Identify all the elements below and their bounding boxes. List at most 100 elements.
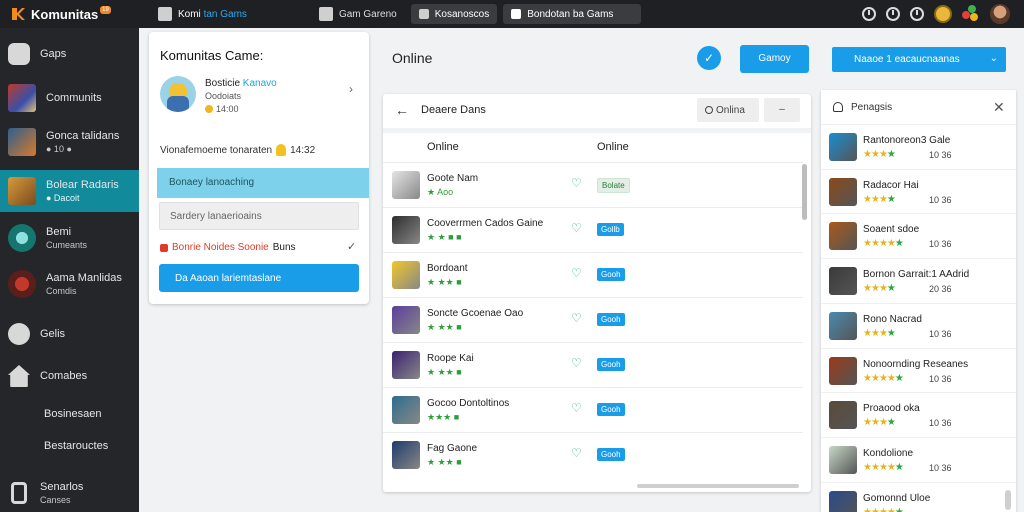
brand[interactable]: Komunitas 19 (0, 6, 150, 22)
nav-item-bosinesaen[interactable]: Bosinesaen (0, 406, 139, 422)
nav-item-gaps[interactable]: Gaps (0, 40, 139, 68)
vertical-scrollbar[interactable] (1005, 490, 1011, 510)
vertical-scrollbar[interactable] (802, 164, 807, 220)
table-row[interactable]: Gocoo Dontoltinos ★★★ ■ ♡ Gooh (383, 387, 803, 432)
heart-icon[interactable]: ♡ (571, 176, 582, 190)
panel-primary-button[interactable]: Da Aaoan lariemtaslane (159, 264, 359, 292)
game-meta: ★ ★★ ■ (427, 322, 462, 332)
list-search-button[interactable]: Onlina (697, 98, 759, 122)
right-panel: Penagsis ✕ Rantonoreon3 Gale ★★★★ 10 36 Rad… (821, 90, 1016, 512)
profile-avatar[interactable] (160, 76, 196, 112)
nav-item-bestarouctes[interactable]: Bestarouctes (0, 438, 139, 454)
game-icon (158, 7, 172, 21)
table-row[interactable]: Roope Kai ★ ★★ ■ ♡ Gooh (383, 342, 803, 387)
heart-icon[interactable]: ♡ (571, 221, 582, 235)
table-row[interactable]: Fag Gaone ★ ★★ ■ ♡ Gooh (383, 432, 803, 477)
status-badge: Bolate (597, 178, 630, 193)
back-arrow-icon[interactable]: ← (395, 102, 409, 118)
game-name: Bornon Garrait:1 AAdrid (863, 269, 970, 281)
heart-icon[interactable]: ♡ (571, 401, 582, 415)
table-row[interactable]: Soncte Gcoenae Oao ★ ★★ ■ ♡ Gooh (383, 297, 803, 342)
home-icon (8, 365, 30, 387)
game-name: Soaent sdoe (863, 224, 920, 236)
nav-label: Gonca talidans (46, 130, 120, 142)
game-button[interactable]: Gamoy (740, 45, 809, 73)
horizontal-scrollbar[interactable] (637, 484, 799, 488)
game-thumbnail (392, 396, 420, 424)
list-more-button[interactable]: – (764, 98, 800, 122)
nav-sub: ● 10 ● (46, 144, 72, 154)
game-thumbnail (392, 441, 420, 469)
user-avatar[interactable] (990, 4, 1010, 24)
gamepad-icon (8, 43, 30, 65)
rating-stars: ★★★★★ (863, 461, 904, 473)
brand-name: Komunitas (31, 6, 99, 22)
profile-subtitle: Oodoiats (205, 91, 242, 101)
rating-stars: ★★★★ (863, 283, 896, 295)
nav-item-gelis[interactable]: Gelis (0, 322, 139, 346)
top-tab-label: Komi tan Gams (178, 8, 247, 20)
list-item[interactable]: Proaood oka ★★★★ 10 36 (821, 392, 1016, 436)
phone-icon (11, 482, 27, 504)
gems-icon[interactable] (962, 5, 980, 23)
nav-item-comabes[interactable]: Comabes (0, 364, 139, 388)
list-item[interactable]: Kondolione ★★★★★ 10 36 (821, 436, 1016, 481)
nav-item-bolear[interactable]: Bolear Radaris ● Dacoit (0, 170, 139, 212)
game-thumbnail (392, 351, 420, 379)
column-header: Online (427, 141, 459, 153)
clock-icon[interactable] (862, 7, 876, 21)
community-panel: Komunitas Came: Bosticie Kanavo Oodoiats… (149, 32, 369, 304)
heart-icon[interactable]: ♡ (571, 311, 582, 325)
coin-icon[interactable] (934, 5, 952, 23)
chevron-right-icon[interactable]: › (349, 82, 353, 96)
status-badge: Gooh (597, 313, 625, 326)
nav-text: Bolear Radaris ● Dacoit (46, 179, 119, 203)
profile-name[interactable]: Bosticie Kanavo (205, 78, 277, 89)
power-icon[interactable] (910, 7, 924, 21)
list-item[interactable]: Radacor Hai ★★★★ 10 36 (821, 168, 1016, 213)
panel-search-input[interactable]: Sardery lanaerioains (159, 202, 359, 230)
right-dropdown-button[interactable]: Naaoe 1 eacaucnaanas ⌄ (832, 47, 1006, 72)
heart-icon[interactable]: ♡ (571, 446, 582, 460)
list-item[interactable]: Gomonnd Uloe ★★★★★ (821, 481, 1016, 512)
panel-alert[interactable]: Bonrie Noides Soonie Buns (160, 242, 296, 253)
top-tab-4[interactable]: Bondotan ba Gams (503, 4, 642, 24)
list-item[interactable]: Rono Nacrad ★★★★ 10 36 (821, 302, 1016, 347)
list-item[interactable]: Soaent sdoe ★★★★★ 10 36 (821, 213, 1016, 257)
panel-highlight-row[interactable]: Bonaey lanoaching (157, 168, 369, 198)
table-row[interactable]: Goote Nam ★ Aoo ♡ Bolate (383, 162, 803, 207)
close-icon[interactable]: ✕ (993, 99, 1005, 116)
heart-icon[interactable]: ♡ (571, 356, 582, 370)
game-count: 10 36 (929, 194, 952, 205)
game-icon (511, 9, 522, 19)
game-meta: ★ ★★ ■ (427, 277, 462, 287)
nav-item-gonca[interactable]: Gonca talidans ● 10 ● (0, 124, 139, 160)
rating-stars: ★★★★ (863, 149, 896, 160)
nav-label: Bestarouctes (44, 440, 109, 452)
nav-text: Senarlos Canses (40, 481, 83, 505)
games-list-card: ← Deaere Dans Onlina – Online Online Goo… (383, 94, 811, 492)
check-circle-button[interactable]: ✓ (697, 46, 721, 70)
list-item[interactable]: Nonoornding Reseanes ★★★★★ 10 36 (821, 347, 1016, 392)
nav-item-bemi[interactable]: Bemi Cumeants (0, 220, 139, 256)
heart-icon[interactable]: ♡ (571, 266, 582, 280)
nav-thumb (8, 84, 36, 112)
rating-stars: ★★★★★ (863, 238, 904, 250)
list-item[interactable]: Rantonoreon3 Gale ★★★★ 10 36 (821, 124, 1016, 168)
nav-item-senarlos[interactable]: Senarlos Canses (0, 476, 139, 510)
list-item[interactable]: Bornon Garrait:1 AAdrid ★★★★ 20 36 (821, 258, 1016, 302)
table-row[interactable]: Cooverrmen Cados Gaine ★ ★ ■ ■ ♡ Gollb (383, 207, 803, 252)
nav-thumb (8, 177, 36, 205)
game-name: Proaood oka (863, 403, 920, 415)
info-icon[interactable] (886, 7, 900, 21)
top-tab-3[interactable]: Kosanoscos (410, 4, 498, 24)
check-icon[interactable]: ✓ (347, 240, 356, 253)
top-tab-1[interactable]: Komi tan Gams (150, 4, 255, 24)
right-panel-title: Penagsis (851, 102, 893, 113)
nav-item-aama[interactable]: Aama Manlidas Comdis (0, 266, 139, 302)
nav-item-communits[interactable]: Communits (0, 82, 139, 114)
top-tab-2[interactable]: Gam Gareno (311, 4, 405, 24)
game-name: Gomonnd Uloe (863, 492, 931, 504)
table-row[interactable]: Bordoant ★ ★★ ■ ♡ Gooh (383, 252, 803, 297)
divider (383, 128, 811, 133)
